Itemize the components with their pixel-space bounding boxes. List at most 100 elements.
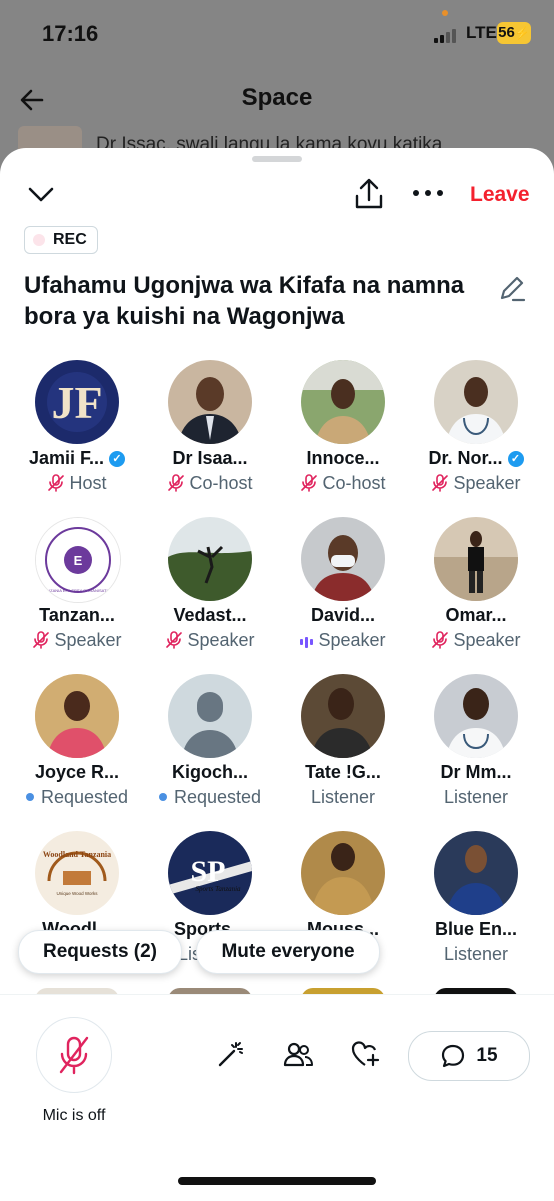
mic-off-icon xyxy=(48,474,65,492)
mic-toggle-button[interactable] xyxy=(36,1017,112,1093)
background-header: Space xyxy=(0,78,554,122)
avatar xyxy=(301,831,385,915)
participants-grid: JF Jamii F...✓ Host Dr Isaa... Co-host xyxy=(0,360,554,1000)
comment-bubble-icon xyxy=(442,1044,465,1068)
more-options-icon[interactable] xyxy=(412,186,444,200)
avatar xyxy=(434,674,518,758)
bottom-toolbar: Mic is off 15 xyxy=(0,994,554,1201)
speaking-wave-icon xyxy=(300,636,314,648)
requests-button[interactable]: Requests (2) xyxy=(18,930,182,974)
avatar xyxy=(434,517,518,601)
participant-card[interactable]: Dr Mm... Listener xyxy=(409,674,543,824)
verified-badge-icon: ✓ xyxy=(109,451,126,467)
leave-button[interactable]: Leave xyxy=(470,183,530,207)
mic-off-icon xyxy=(432,631,449,649)
participant-name: Blue En... xyxy=(434,919,517,939)
tanzania-epilepsy-logo: E TANZANIA EPILEPSY ORGANISATION xyxy=(36,518,120,602)
avatar xyxy=(168,360,252,444)
avatar: Woodland Tanzania Unique Wood Works xyxy=(35,831,119,915)
participant-name: Tanzan... xyxy=(39,605,115,625)
svg-text:Sports Tanzania: Sports Tanzania xyxy=(195,885,241,893)
avatar-logo-text: JF xyxy=(51,377,102,428)
participant-card[interactable]: Tate !G... Listener xyxy=(276,674,410,824)
network-label: LTE xyxy=(466,23,497,42)
participant-card[interactable]: Omar... Speaker xyxy=(409,517,543,667)
chevron-down-icon[interactable] xyxy=(26,184,56,206)
participant-name: Omar... xyxy=(445,605,507,625)
mic-off-icon xyxy=(33,631,50,649)
participant-role: Listener xyxy=(310,787,376,807)
participant-card[interactable]: JF Jamii F... ✓ Host xyxy=(10,360,144,510)
participant-role: Requested xyxy=(10,787,144,808)
participant-role: Speaker xyxy=(409,473,543,494)
svg-text:TANZANIA EPILEPSY ORGANISATION: TANZANIA EPILEPSY ORGANISATION xyxy=(42,588,113,593)
avatar xyxy=(301,517,385,601)
avatar: JF xyxy=(35,360,119,444)
participant-role: Listener xyxy=(443,944,509,964)
participant-role: Speaker xyxy=(143,630,277,651)
people-icon[interactable] xyxy=(283,1039,313,1069)
avatar xyxy=(434,831,518,915)
requested-dot xyxy=(158,793,167,801)
participant-card[interactable]: David... Speaker xyxy=(276,517,410,667)
battery-level: 56 xyxy=(498,24,515,41)
participant-name: Joyce R... xyxy=(34,762,120,782)
participant-role: Requested xyxy=(143,787,277,808)
woodland-logo: Woodland Tanzania Unique Wood Works xyxy=(35,831,119,915)
mic-off-icon xyxy=(168,474,185,492)
requested-dot xyxy=(25,793,34,801)
status-time: 17:16 xyxy=(42,21,99,46)
avatar xyxy=(168,674,252,758)
rec-badge: REC xyxy=(24,226,98,254)
comment-count: 15 xyxy=(476,1045,498,1066)
svg-text:SP: SP xyxy=(190,855,225,888)
svg-text:Unique Wood Works: Unique Wood Works xyxy=(56,891,98,896)
recording-indicator-dot xyxy=(442,10,448,16)
home-indicator[interactable] xyxy=(178,1177,376,1185)
rec-label: REC xyxy=(53,231,87,248)
participant-role: Speaker xyxy=(10,630,144,651)
jamii-forums-logo: JF xyxy=(35,360,119,444)
mic-off-icon xyxy=(301,474,318,492)
participant-card[interactable]: Innoce... Co-host xyxy=(276,360,410,510)
svg-text:Woodland Tanzania: Woodland Tanzania xyxy=(43,850,111,859)
participant-role: Co-host xyxy=(143,473,277,494)
background-title: Space xyxy=(241,84,313,111)
participant-name: Tate !G... xyxy=(305,762,381,782)
participant-name: Dr Mm... xyxy=(440,762,512,782)
participant-name: Innoce... xyxy=(306,448,380,468)
mic-status-label: Mic is off xyxy=(42,1107,106,1124)
verified-badge-icon: ✓ xyxy=(507,451,524,467)
rec-dot-icon xyxy=(33,234,45,246)
comments-button[interactable]: 15 xyxy=(408,1031,530,1081)
participant-role: Speaker xyxy=(276,630,410,651)
participant-name: Dr. Nor... ✓ xyxy=(409,448,543,469)
participant-card[interactable]: Kigoch... Requested xyxy=(143,674,277,824)
avatar: E TANZANIA EPILEPSY ORGANISATION xyxy=(35,517,121,603)
sheet-grabber[interactable] xyxy=(252,156,302,162)
default-avatar-icon xyxy=(168,674,252,758)
mic-off-icon xyxy=(166,631,183,649)
magic-wand-icon[interactable] xyxy=(216,1039,246,1069)
heart-plus-icon[interactable] xyxy=(350,1039,380,1069)
participant-card[interactable]: Blue En... Listener xyxy=(409,831,543,981)
mute-everyone-button[interactable]: Mute everyone xyxy=(196,930,380,974)
share-icon[interactable] xyxy=(354,178,384,210)
avatar: SP Sports Tanzania xyxy=(168,831,252,915)
participant-card[interactable]: Dr Isaa... Co-host xyxy=(143,360,277,510)
battery-icon: 56⚡ xyxy=(497,22,531,44)
participant-card[interactable]: E TANZANIA EPILEPSY ORGANISATION Tanzan.… xyxy=(10,517,144,667)
avatar xyxy=(35,674,119,758)
participant-card[interactable]: Vedast... Speaker xyxy=(143,517,277,667)
mic-off-icon xyxy=(59,1036,89,1075)
svg-text:E: E xyxy=(74,553,83,568)
space-sheet: Leave REC Ufahamu Ugonjwa wa Kifafa na n… xyxy=(0,148,554,1201)
edit-pencil-icon[interactable] xyxy=(496,272,528,304)
participant-name: Dr Isaa... xyxy=(172,448,248,468)
participant-card[interactable]: Dr. Nor... ✓ Speaker xyxy=(409,360,543,510)
participant-name: Jamii F... ✓ xyxy=(10,448,144,469)
participant-role: Listener xyxy=(443,787,509,807)
avatar xyxy=(301,360,385,444)
participant-card[interactable]: Joyce R... Requested xyxy=(10,674,144,824)
participant-role: Speaker xyxy=(409,630,543,651)
